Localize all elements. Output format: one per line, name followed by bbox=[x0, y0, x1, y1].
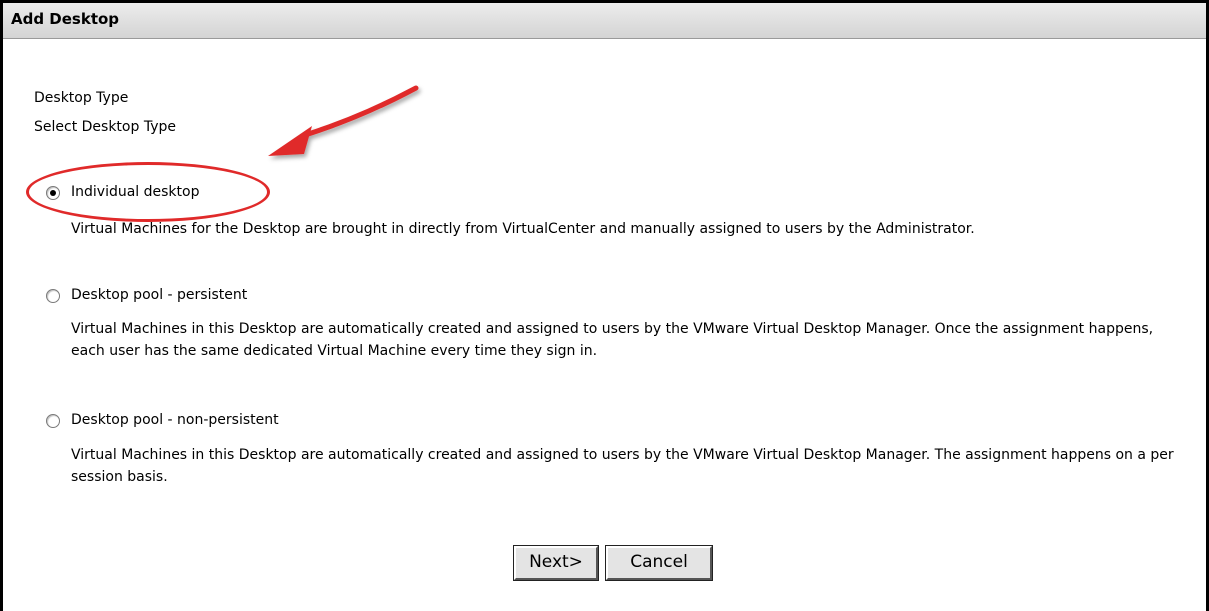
annotation-arrow-icon bbox=[268, 85, 419, 156]
